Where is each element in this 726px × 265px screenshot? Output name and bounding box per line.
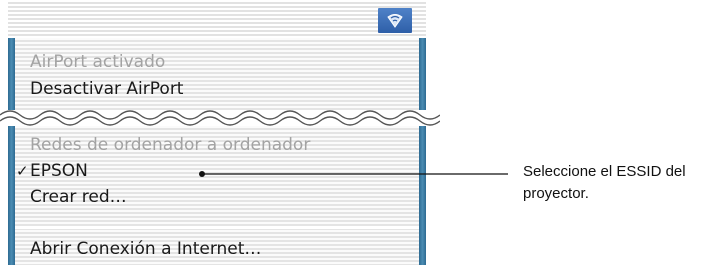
callout-text-line-1: Seleccione el ESSID del [523, 163, 686, 180]
callout-text-line-2: proyector. [523, 185, 589, 202]
callout-text: Seleccione el ESSID del proyector. [523, 161, 723, 205]
callout-leader-line [199, 171, 508, 177]
